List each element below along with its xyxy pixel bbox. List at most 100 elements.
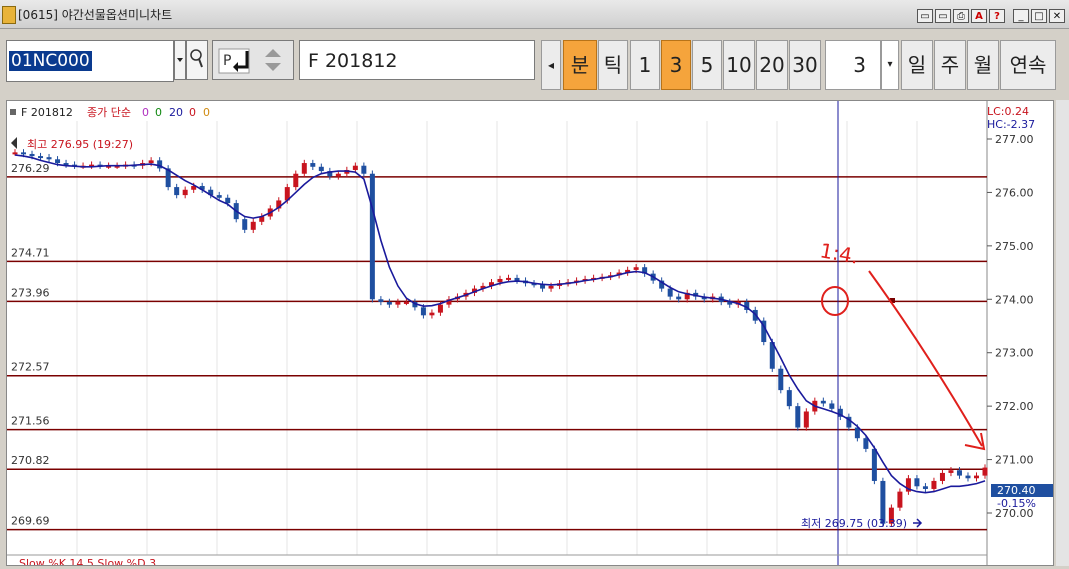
candle-body — [29, 153, 35, 157]
period-button-10[interactable]: 10 — [723, 40, 755, 90]
legend-marker-icon — [10, 109, 16, 115]
y-tick-label: 274.00 — [995, 293, 1034, 306]
legend-param-1: 0 — [142, 106, 149, 119]
candle-body — [786, 390, 792, 407]
period-button-3[interactable]: 3 — [661, 40, 691, 90]
candle-body — [939, 472, 945, 481]
price-chart[interactable]: 276.29 274.71 273.96 272.57 271.56 270.82 269.… — [7, 101, 1053, 569]
interval-input[interactable]: 3 — [825, 40, 881, 90]
candle-body — [225, 197, 231, 204]
candle-body — [242, 219, 248, 230]
current-change: -0.15% — [997, 497, 1036, 510]
candle-body — [403, 301, 409, 304]
tile-window-icon[interactable]: ▭ — [917, 9, 933, 23]
candle-body — [965, 475, 971, 479]
candle-body — [21, 152, 27, 155]
current-price: 270.40 — [997, 484, 1036, 497]
chevron-down-icon — [177, 58, 183, 62]
candle-body — [863, 438, 869, 449]
annotation-arrow — [868, 270, 983, 447]
annotation-arrowhead-icon — [964, 432, 986, 451]
candle-body — [667, 288, 673, 297]
candle-body — [778, 368, 784, 391]
candle-body — [497, 278, 503, 283]
candle-body — [914, 478, 920, 487]
font-icon[interactable]: A — [971, 9, 987, 23]
candle-body — [676, 296, 682, 300]
candle-body — [437, 304, 443, 313]
vertical-scrollbar[interactable] — [1056, 100, 1069, 566]
link-icon[interactable]: P — [213, 41, 293, 79]
code-input[interactable]: 01NC000 — [6, 40, 174, 82]
candle-body — [931, 480, 937, 489]
high-price-label: 최고 276.95 (19:27) — [27, 138, 133, 151]
candle-body — [922, 486, 928, 489]
y-tick-label: 273.00 — [995, 347, 1034, 360]
code-dropdown-button[interactable] — [174, 40, 186, 80]
range-button-week[interactable]: 주 — [934, 40, 966, 90]
help-icon[interactable]: ? — [989, 9, 1005, 23]
period-button-tick[interactable]: 틱 — [598, 40, 628, 90]
price-chart-panel[interactable]: 276.29 274.71 273.96 272.57 271.56 270.82 269.… — [6, 100, 1054, 569]
candle-body — [829, 403, 835, 409]
period-button-30[interactable]: 30 — [789, 40, 821, 90]
legend-symbol: F 201812 — [21, 106, 73, 119]
range-button-day[interactable]: 일 — [901, 40, 933, 90]
search-icon — [190, 49, 203, 68]
level-label: 271.56 — [11, 415, 50, 428]
high-marker-icon — [11, 137, 17, 149]
y-tick-label: 271.00 — [995, 454, 1034, 467]
level-label: 270.82 — [11, 454, 50, 467]
candle-body — [956, 470, 962, 476]
legend-param-4: 0 — [189, 106, 196, 119]
candle-body — [318, 166, 324, 172]
candle-body — [795, 406, 801, 428]
symbol-name-value: F 201812 — [308, 50, 398, 72]
candle-body — [38, 156, 44, 159]
candle-body — [514, 277, 520, 281]
maximize-button[interactable]: □ — [1031, 9, 1047, 23]
period-button-1[interactable]: 1 — [630, 40, 660, 90]
candle-body — [361, 165, 367, 174]
annotation-text: 1:4. — [818, 238, 860, 268]
print-icon[interactable]: ⎙ — [953, 9, 969, 23]
window-buttons: ▭ ▭ ⎙ A ? _ □ ✕ — [917, 9, 1065, 23]
minimize-button[interactable]: _ — [1013, 9, 1029, 23]
link-group: P — [212, 40, 294, 80]
toolbar: 01NC000 P F 201812 ◂ 분 틱 1 3 5 10 20 30 … — [0, 30, 1069, 96]
range-button-continuous[interactable]: 연속 — [1000, 40, 1056, 90]
grid-window-icon[interactable]: ▭ — [935, 9, 951, 23]
candle-body — [820, 400, 826, 404]
interval-dropdown-button[interactable]: ▾ — [881, 40, 899, 90]
candle-body — [46, 157, 52, 160]
candle-body — [803, 411, 809, 428]
candle-body — [982, 467, 988, 476]
period-button-5[interactable]: 5 — [692, 40, 722, 90]
candle-body — [55, 159, 61, 164]
app-icon — [2, 6, 16, 24]
candle-body — [182, 189, 188, 196]
level-label: 272.57 — [11, 361, 50, 374]
candle-body — [386, 301, 392, 305]
moving-average-series — [14, 154, 986, 494]
y-tick-label: 277.00 — [995, 133, 1034, 146]
legend-param-3: 20 — [169, 106, 183, 119]
moving-average-line — [14, 154, 986, 494]
candle-body — [352, 165, 358, 170]
search-button[interactable] — [186, 40, 208, 80]
range-button-month[interactable]: 월 — [967, 40, 999, 90]
close-button[interactable]: ✕ — [1049, 9, 1065, 23]
level-label: 273.96 — [11, 286, 50, 299]
scroll-left-button[interactable]: ◂ — [541, 40, 561, 90]
period-button-minute[interactable]: 분 — [563, 40, 597, 90]
lc-label: LC:0.24 — [987, 105, 1029, 118]
period-button-20[interactable]: 20 — [756, 40, 788, 90]
window-title: [0615] 야간선물옵션미니차트 — [18, 8, 173, 22]
level-label: 276.29 — [11, 162, 50, 175]
symbol-name-field[interactable]: F 201812 — [299, 40, 535, 80]
candle-body — [429, 312, 435, 316]
code-input-value: 01NC000 — [9, 51, 92, 71]
y-tick-label: 275.00 — [995, 240, 1034, 253]
svg-text:P: P — [223, 53, 231, 69]
candle-body — [148, 160, 154, 164]
